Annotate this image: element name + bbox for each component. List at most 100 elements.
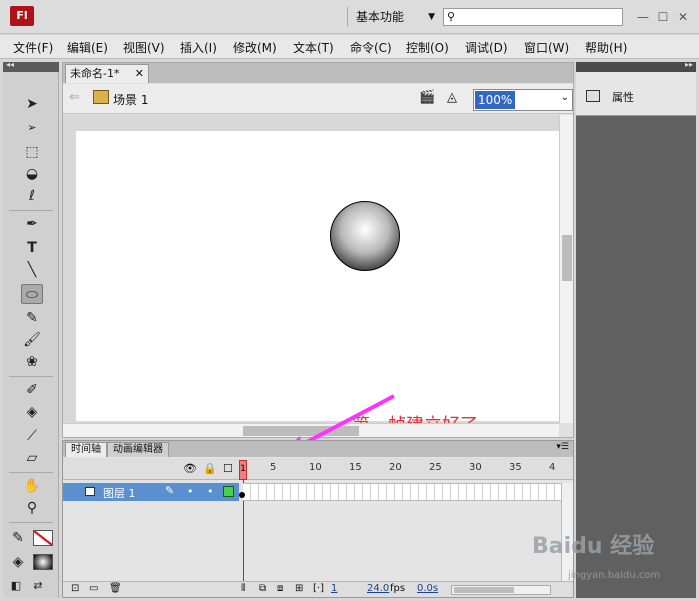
lock-icon[interactable]: 🔒 bbox=[203, 462, 217, 475]
bone-tool-icon[interactable]: ✐ bbox=[21, 380, 43, 400]
menu-text[interactable]: 文本(T) bbox=[293, 39, 334, 56]
new-layer-icon[interactable]: ⊡ bbox=[71, 583, 79, 594]
fill-color-icon[interactable]: ◈ bbox=[11, 552, 25, 572]
stroke-color-icon[interactable]: ✎ bbox=[11, 528, 25, 548]
zoom-tool-icon[interactable]: ⚲ bbox=[21, 498, 43, 518]
text-tool-icon[interactable]: T bbox=[21, 238, 43, 258]
stroke-color-swatch[interactable] bbox=[33, 530, 53, 546]
tool-divider bbox=[9, 472, 53, 473]
menu-insert[interactable]: 插入(I) bbox=[180, 39, 217, 56]
document-tab-bar: 未命名-1* ✕ bbox=[63, 63, 573, 83]
menu-edit[interactable]: 编辑(E) bbox=[67, 39, 108, 56]
deco-tool-icon[interactable]: ❀ bbox=[21, 352, 43, 372]
scroll-thumb[interactable] bbox=[562, 235, 572, 281]
playhead[interactable]: 1 bbox=[239, 460, 247, 480]
layer-outline-color[interactable] bbox=[223, 486, 234, 497]
keyframe[interactable] bbox=[239, 492, 245, 498]
menu-debug[interactable]: 调试(D) bbox=[465, 39, 508, 56]
expand-icon: ▸▸ bbox=[684, 60, 693, 69]
scroll-thumb[interactable] bbox=[454, 587, 514, 593]
pencil-tool-icon[interactable]: ✎ bbox=[21, 308, 43, 328]
fill-color-swatch[interactable] bbox=[33, 554, 53, 570]
close-icon[interactable]: ✕ bbox=[135, 65, 144, 83]
timeline-panel: 时间轴 动画编辑器 ▾☰ 👁 🔒 ☐ 1 5 10 15 20 25 30 35… bbox=[62, 440, 574, 598]
lasso-tool-icon[interactable]: ℓ bbox=[21, 186, 43, 206]
layer-name[interactable]: 图层 1 bbox=[103, 485, 136, 501]
black-white-icon[interactable]: ◧ bbox=[9, 576, 23, 596]
chevron-down-icon: ▼ bbox=[428, 12, 435, 22]
line-tool-icon[interactable]: ╲ bbox=[21, 260, 43, 280]
document-tab-title: 未命名-1* bbox=[70, 67, 120, 80]
menu-help[interactable]: 帮助(H) bbox=[585, 39, 627, 56]
eraser-tool-icon[interactable]: ▱ bbox=[21, 448, 43, 468]
menu-commands[interactable]: 命令(C) bbox=[350, 39, 392, 56]
center-frame-icon[interactable]: ⦀ bbox=[241, 583, 245, 594]
tools-panel-header[interactable]: ◂◂ bbox=[3, 60, 59, 72]
flash-logo: Fl bbox=[10, 6, 34, 26]
oval-tool-icon[interactable]: ⬭ bbox=[21, 284, 43, 304]
modify-markers-icon[interactable]: [·] bbox=[313, 583, 324, 594]
outline-icon[interactable]: ☐ bbox=[223, 462, 233, 475]
menu-file[interactable]: 文件(F) bbox=[13, 39, 53, 56]
search-input[interactable]: ⚲ bbox=[443, 8, 623, 26]
3d-rotation-tool-icon[interactable]: ◒ bbox=[21, 164, 43, 184]
lock-dot[interactable]: • bbox=[207, 485, 214, 498]
zoom-select[interactable]: 100% ⌄ bbox=[473, 89, 573, 111]
workspace-label: 基本功能 bbox=[356, 10, 405, 24]
delete-icon[interactable]: 🗑 bbox=[109, 583, 122, 594]
properties-label: 属性 bbox=[612, 91, 634, 104]
scene-label[interactable]: 场景 1 bbox=[113, 91, 148, 108]
subselection-tool-icon[interactable]: ➢ bbox=[21, 118, 43, 138]
paint-bucket-tool-icon[interactable]: ◈ bbox=[21, 402, 43, 422]
onion-skin-outline-icon[interactable]: ⧈ bbox=[277, 583, 283, 594]
frame-number: 5 bbox=[270, 462, 277, 473]
document-tab[interactable]: 未命名-1* ✕ bbox=[65, 64, 149, 83]
frame-number: 25 bbox=[429, 462, 442, 473]
eyedropper-tool-icon[interactable]: ⟋ bbox=[21, 426, 43, 446]
close-button[interactable]: ✕ bbox=[674, 8, 692, 26]
collapse-icon: ◂◂ bbox=[6, 60, 15, 69]
tools-panel: ◂◂ ➤ ➢ ⬚ ◒ ℓ ✒ T ╲ ⬭ ✎ 🖌 ❀ ✐ ◈ ⟋ ▱ ✋ ⚲ ✎… bbox=[3, 60, 59, 598]
new-folder-icon[interactable]: ▭ bbox=[89, 583, 98, 594]
stage[interactable]: 第一帧建立好了 bbox=[76, 131, 559, 436]
dock-header[interactable]: ▸▸ bbox=[576, 60, 696, 72]
menu-window[interactable]: 窗口(W) bbox=[524, 39, 569, 56]
visibility-dot[interactable]: • bbox=[187, 485, 194, 498]
pen-tool-icon[interactable]: ✒ bbox=[21, 214, 43, 234]
eye-icon[interactable]: 👁 bbox=[183, 462, 197, 475]
edit-multiple-frames-icon[interactable]: ⊞ bbox=[295, 583, 303, 594]
brush-tool-icon[interactable]: 🖌 bbox=[21, 330, 43, 350]
elapsed-time-value[interactable]: 0.0s bbox=[417, 583, 438, 594]
gradient-ball[interactable] bbox=[330, 201, 400, 271]
swap-colors-icon[interactable]: ⇄ bbox=[31, 576, 45, 596]
edit-scene-icon[interactable]: 🎬 bbox=[419, 90, 439, 106]
free-transform-tool-icon[interactable]: ⬚ bbox=[21, 142, 43, 162]
search-icon: ⚲ bbox=[447, 10, 456, 23]
frame-number: 30 bbox=[469, 462, 482, 473]
onion-skin-icon[interactable]: ⧉ bbox=[259, 583, 266, 594]
frame-rate-value[interactable]: 24.0 bbox=[367, 583, 389, 594]
edit-bar: ⇐ 场景 1 🎬 ◬ 100% ⌄ bbox=[63, 84, 573, 114]
frame-number: 20 bbox=[389, 462, 402, 473]
menu-control[interactable]: 控制(O) bbox=[406, 39, 449, 56]
edit-symbols-icon[interactable]: ◬ bbox=[447, 90, 467, 106]
selection-tool-icon[interactable]: ➤ bbox=[21, 94, 43, 114]
hand-tool-icon[interactable]: ✋ bbox=[21, 476, 43, 496]
workspace-switcher[interactable]: 基本功能 ▼ bbox=[347, 7, 439, 27]
properties-panel-button[interactable]: 属性 bbox=[576, 72, 696, 116]
menu-modify[interactable]: 修改(M) bbox=[233, 39, 277, 56]
frame-strip[interactable] bbox=[239, 483, 561, 501]
chevron-down-icon: ⌄ bbox=[560, 92, 569, 103]
layer-row[interactable]: 图层 1 ✎ • • bbox=[63, 483, 239, 501]
panel-menu-icon[interactable]: ▾☰ bbox=[556, 442, 569, 452]
current-frame-value[interactable]: 1 bbox=[331, 583, 337, 594]
menu-view[interactable]: 视图(V) bbox=[123, 39, 165, 56]
tab-timeline[interactable]: 时间轴 bbox=[65, 442, 107, 457]
back-arrow-icon[interactable]: ⇐ bbox=[69, 90, 80, 105]
tool-divider bbox=[9, 376, 53, 377]
timeline-hscrollbar[interactable] bbox=[451, 585, 551, 595]
maximize-button[interactable]: ☐ bbox=[654, 8, 672, 26]
vertical-scrollbar[interactable] bbox=[559, 115, 573, 423]
minimize-button[interactable]: — bbox=[634, 8, 652, 26]
tab-motion-editor[interactable]: 动画编辑器 bbox=[107, 442, 169, 457]
